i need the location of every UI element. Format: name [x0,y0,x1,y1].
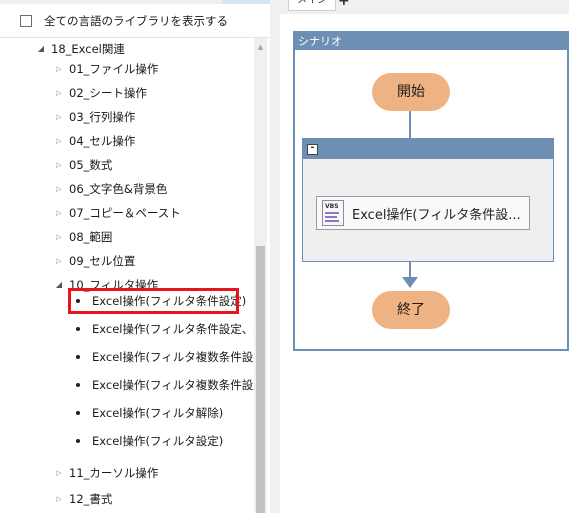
tree-item-sheet-ops[interactable]: ▷ 02_シート操作 [53,83,147,103]
add-tab-button[interactable]: + [338,0,350,8]
tree-item-label: 07_コピー＆ペースト [69,206,181,220]
tree-item-label: 08_範囲 [69,230,113,244]
connector-group-end [409,262,411,278]
start-node[interactable]: 開始 [372,73,450,111]
group-node[interactable]: - VBS Excel操作(フィルタ条件設... [302,138,554,262]
tree-item-label: 02_シート操作 [69,86,147,100]
bullet-icon [76,439,80,443]
collapsed-triangle-icon[interactable]: ▷ [53,227,65,247]
tree-item-range[interactable]: ▷ 08_範囲 [53,227,112,247]
scenario-canvas: シナリオ 開始 - VBS Excel操作(フィルタ条件設... 終了 [293,31,569,351]
tree-item-label: Excel操作(フィルタ条件設定、件 [92,322,254,336]
collapsed-triangle-icon[interactable]: ▷ [53,463,65,483]
vbs-icon-line [325,220,339,222]
library-tree: ◢ 18_Excel関連 ▷ 01_ファイル操作 ▷ 02_シート操作 ▷ 03… [0,38,254,513]
collapsed-triangle-icon[interactable]: ▷ [53,107,65,127]
end-node[interactable]: 終了 [372,291,450,329]
collapsed-triangle-icon[interactable]: ▷ [53,179,65,199]
tree-item-rowcol-ops[interactable]: ▷ 03_行列操作 [53,107,135,127]
collapsed-triangle-icon[interactable]: ▷ [53,489,65,509]
tree-leaf-filter-multi-condition-1[interactable]: Excel操作(フィルタ複数条件設定 [76,347,254,367]
tree-item-cursor-ops[interactable]: ▷ 11_カーソル操作 [53,463,158,483]
tree-scrollbar[interactable]: ▲ [254,38,267,513]
tree-leaf-filter-multi-condition-2[interactable]: Excel操作(フィルタ複数条件設定 [76,375,254,395]
collapsed-triangle-icon[interactable]: ▷ [53,131,65,151]
tree-item-label: 03_行列操作 [69,110,136,124]
bullet-icon [76,383,80,387]
pane-splitter[interactable] [270,0,280,513]
show-all-languages-option[interactable]: 全ての言語のライブラリを表示する [20,12,228,30]
tree-item-colors[interactable]: ▷ 06_文字色&背景色 [53,179,167,199]
expanded-triangle-icon[interactable]: ◢ [35,39,47,59]
tree-item-label: 01_ファイル操作 [69,62,159,76]
tree-item-cell-position[interactable]: ▷ 09_セル位置 [53,251,135,271]
tree-item-label: 11_カーソル操作 [69,466,159,480]
scrollbar-thumb[interactable] [256,246,265,513]
vbs-script-icon: VBS [320,199,346,227]
panel-top-accent [222,0,270,4]
tree-item-label: 12_書式 [69,492,113,506]
expanded-triangle-icon[interactable]: ◢ [53,275,65,295]
tree-item-file-ops[interactable]: ▷ 01_ファイル操作 [53,59,158,79]
selection-highlight-box [68,288,239,314]
bullet-icon [76,355,80,359]
tree-item-cell-ops[interactable]: ▷ 04_セル操作 [53,131,135,151]
collapse-button[interactable]: - [307,144,318,155]
vbs-icon-text: VBS [325,203,339,210]
tree-leaf-filter-clear[interactable]: Excel操作(フィルタ解除) [76,403,223,423]
tree-item-label: 05_数式 [69,158,113,172]
arrow-down-icon [402,277,418,288]
scenario-title: シナリオ [295,33,567,50]
tree-item-label: 18_Excel関連 [51,42,125,56]
tree-item-excel[interactable]: ◢ 18_Excel関連 [35,39,125,59]
panel-top-strip [0,0,270,4]
show-all-languages-label: 全ての言語のライブラリを表示する [44,14,228,28]
tree-item-label: Excel操作(フィルタ複数条件設定 [92,350,254,364]
tree-item-label: 06_文字色&背景色 [69,182,168,196]
vbs-icon-line [325,212,339,214]
tree-item-format[interactable]: ▷ 12_書式 [53,489,112,509]
tree-item-label: Excel操作(フィルタ解除) [92,406,224,420]
group-header: - [303,139,553,159]
tree-leaf-filter-set[interactable]: Excel操作(フィルタ設定) [76,431,223,451]
bullet-icon [76,411,80,415]
tree-item-label: 09_セル位置 [69,254,136,268]
tree-item-label: Excel操作(フィルタ複数条件設定 [92,378,254,392]
scenario-editor: メイン + シナリオ 開始 - VBS Excel操作(フィルタ条件設... 終… [280,0,569,513]
tab-main[interactable]: メイン [288,0,336,11]
vbs-icon-line [325,216,337,218]
editor-tab-bar: メイン + [280,0,569,14]
show-all-languages-checkbox[interactable] [20,15,32,27]
tree-item-label: Excel操作(フィルタ設定) [92,434,224,448]
collapsed-triangle-icon[interactable]: ▷ [53,155,65,175]
collapsed-triangle-icon[interactable]: ▷ [53,83,65,103]
tree-item-formula[interactable]: ▷ 05_数式 [53,155,112,175]
scroll-up-arrow-icon[interactable]: ▲ [254,42,267,52]
collapsed-triangle-icon[interactable]: ▷ [53,59,65,79]
tree-item-copy-paste[interactable]: ▷ 07_コピー＆ペースト [53,203,181,223]
action-label: Excel操作(フィルタ条件設... [352,207,521,223]
library-panel: 全ての言語のライブラリを表示する ◢ 18_Excel関連 ▷ 01_ファイル操… [0,0,270,513]
excel-filter-action-node[interactable]: VBS Excel操作(フィルタ条件設... [316,196,530,230]
collapsed-triangle-icon[interactable]: ▷ [53,203,65,223]
bullet-icon [76,327,80,331]
tree-leaf-filter-condition-count[interactable]: Excel操作(フィルタ条件設定、件 [76,319,254,339]
connector-start-group [409,111,411,138]
collapsed-triangle-icon[interactable]: ▷ [53,251,65,271]
tree-item-label: 04_セル操作 [69,134,136,148]
